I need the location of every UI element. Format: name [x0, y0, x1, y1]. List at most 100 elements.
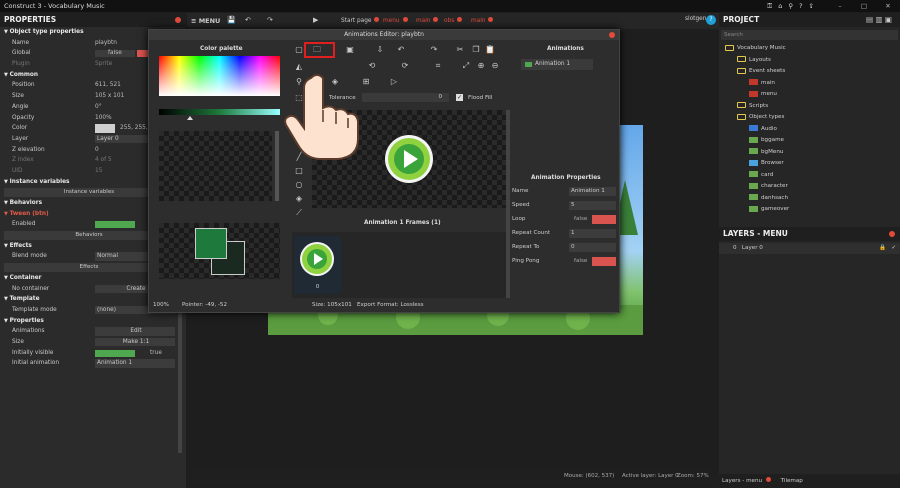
slider-handle[interactable]: [187, 116, 193, 120]
zoom-in-icon[interactable]: ⊕: [476, 61, 486, 71]
anim-prop-value[interactable]: 1: [569, 229, 616, 238]
redo-icon[interactable]: ↷: [267, 16, 273, 24]
tree-item[interactable]: Browser: [719, 158, 900, 170]
bool-toggle[interactable]: [592, 257, 616, 266]
property-value[interactable]: 15: [95, 166, 102, 177]
property-value[interactable]: 4 of 5: [95, 155, 112, 166]
ellipse-tool-icon[interactable]: ○: [294, 180, 304, 190]
tree-item[interactable]: danhsach: [719, 193, 900, 205]
new-frame-icon[interactable]: ▢: [294, 45, 304, 55]
tree-item[interactable]: card: [719, 170, 900, 182]
palette-swatches[interactable]: [159, 131, 272, 201]
play-icon[interactable]: ▶: [313, 16, 318, 24]
tree-item[interactable]: Object types: [719, 112, 900, 124]
tree-item[interactable]: gameover: [719, 204, 900, 216]
rectangle-tool-icon[interactable]: □: [294, 166, 304, 176]
tab-start-page[interactable]: Start page: [337, 15, 383, 27]
save-icon[interactable]: 💾: [227, 16, 236, 24]
brightness-slider[interactable]: [159, 109, 280, 115]
tab-obs[interactable]: obs: [440, 15, 466, 27]
canvas-scrollbar[interactable]: [506, 110, 510, 298]
property-value[interactable]: Make 1:1: [95, 337, 175, 347]
color-spectrum-picker[interactable]: [159, 56, 280, 96]
animation-list-item[interactable]: Animation 1: [521, 59, 593, 70]
property-value[interactable]: Edit: [95, 327, 175, 336]
tree-item[interactable]: bgMenu: [719, 147, 900, 159]
property-section[interactable]: Properties: [0, 316, 186, 327]
close-button[interactable]: ✕: [876, 0, 900, 12]
key-icon[interactable]: ⚿: [767, 0, 772, 12]
bool-toggle[interactable]: [592, 215, 616, 224]
username[interactable]: slotgen: [685, 16, 706, 22]
property-label: Enabled: [12, 221, 36, 228]
project-search-input[interactable]: Search: [721, 30, 898, 40]
resize-icon[interactable]: ⤢: [461, 61, 471, 71]
redo-icon[interactable]: ↷: [429, 45, 439, 55]
rotate-right-icon[interactable]: ⟳: [400, 61, 410, 71]
tree-item[interactable]: Layouts: [719, 55, 900, 67]
undo-icon[interactable]: ↶: [245, 16, 251, 24]
cut-icon[interactable]: ✂: [455, 45, 465, 55]
flood-fill-checkbox[interactable]: ✓: [456, 94, 463, 101]
tree-item[interactable]: Event sheets: [719, 66, 900, 78]
property-value[interactable]: playbtn: [95, 38, 117, 49]
panel-menu-icon[interactable]: ▤ ▥ ▣: [866, 13, 892, 27]
tab-main[interactable]: main: [412, 15, 442, 27]
crop-icon[interactable]: ⌗: [433, 61, 443, 71]
property-value[interactable]: 0: [95, 145, 99, 156]
tab-main-2[interactable]: main: [467, 15, 497, 27]
property-value[interactable]: Animation 1: [95, 359, 175, 368]
tree-item[interactable]: Audio: [719, 124, 900, 136]
close-dot-icon[interactable]: [889, 231, 895, 237]
property-value[interactable]: Sprite: [95, 59, 112, 70]
share-icon[interactable]: ⇪: [809, 0, 814, 12]
property-value[interactable]: 611, 521: [95, 80, 121, 91]
dialog-close-icon[interactable]: [609, 32, 615, 38]
tree-item[interactable]: character: [719, 181, 900, 193]
anim-prop-value[interactable]: 0: [569, 243, 616, 252]
fill-bucket-icon[interactable]: ◈: [294, 194, 304, 204]
palette-scrollbar[interactable]: [275, 131, 279, 201]
tab-layers[interactable]: Layers - menu: [719, 478, 762, 484]
tree-item[interactable]: main: [719, 78, 900, 90]
home-icon[interactable]: ⌂: [778, 0, 782, 12]
color-swatch[interactable]: [95, 124, 115, 133]
primary-color-swatch[interactable]: [195, 228, 227, 259]
property-value[interactable]: 105 x 101: [95, 91, 124, 102]
tolerance-input[interactable]: 0: [362, 93, 449, 102]
tree-item[interactable]: Vocabulary Music: [719, 43, 900, 55]
open-folder-icon[interactable]: 🗀: [312, 45, 322, 55]
copy-icon[interactable]: ❐: [471, 45, 481, 55]
grid-icon[interactable]: ⊞: [361, 77, 371, 87]
rotate-left-icon[interactable]: ⟲: [367, 61, 377, 71]
anim-prop-value[interactable]: 5: [569, 201, 616, 210]
preview-play-icon[interactable]: ▷: [389, 77, 399, 87]
user-avatar[interactable]: ?: [706, 15, 716, 25]
search-icon[interactable]: ⚲: [788, 0, 793, 12]
save-frame-icon[interactable]: ▣: [345, 45, 355, 55]
color-picker-icon[interactable]: ⟋: [294, 208, 304, 218]
tree-item[interactable]: bggame: [719, 135, 900, 147]
tree-item[interactable]: menu: [719, 89, 900, 101]
toggle-bar[interactable]: [95, 221, 135, 229]
layer-row[interactable]: 0 Layer 0 🔒 ✓: [719, 243, 900, 254]
close-dot-icon[interactable]: [175, 17, 181, 23]
property-value[interactable]: 100%: [95, 113, 112, 124]
menu-button[interactable]: ≡ MENU: [191, 13, 220, 29]
zoom-out-icon[interactable]: ⊖: [490, 61, 500, 71]
maximize-button[interactable]: □: [852, 0, 876, 12]
export-icon[interactable]: ⇩: [375, 45, 385, 55]
tab-tilemap[interactable]: Tilemap: [781, 478, 803, 484]
paste-icon[interactable]: 📋: [485, 45, 495, 55]
visible-check-icon[interactable]: ✓: [891, 243, 896, 254]
undo-icon[interactable]: ↶: [396, 45, 406, 55]
help-icon[interactable]: ?: [799, 0, 802, 12]
tree-item[interactable]: Scripts: [719, 101, 900, 113]
frame-thumbnail[interactable]: 0: [294, 236, 341, 294]
anim-prop-value[interactable]: Animation 1: [569, 187, 616, 196]
toggle-bar[interactable]: [95, 349, 135, 357]
minimize-button[interactable]: –: [828, 0, 852, 12]
tab-menu[interactable]: menu: [379, 15, 412, 27]
property-value[interactable]: 0°: [95, 102, 102, 113]
lock-icon[interactable]: 🔒: [879, 243, 886, 254]
